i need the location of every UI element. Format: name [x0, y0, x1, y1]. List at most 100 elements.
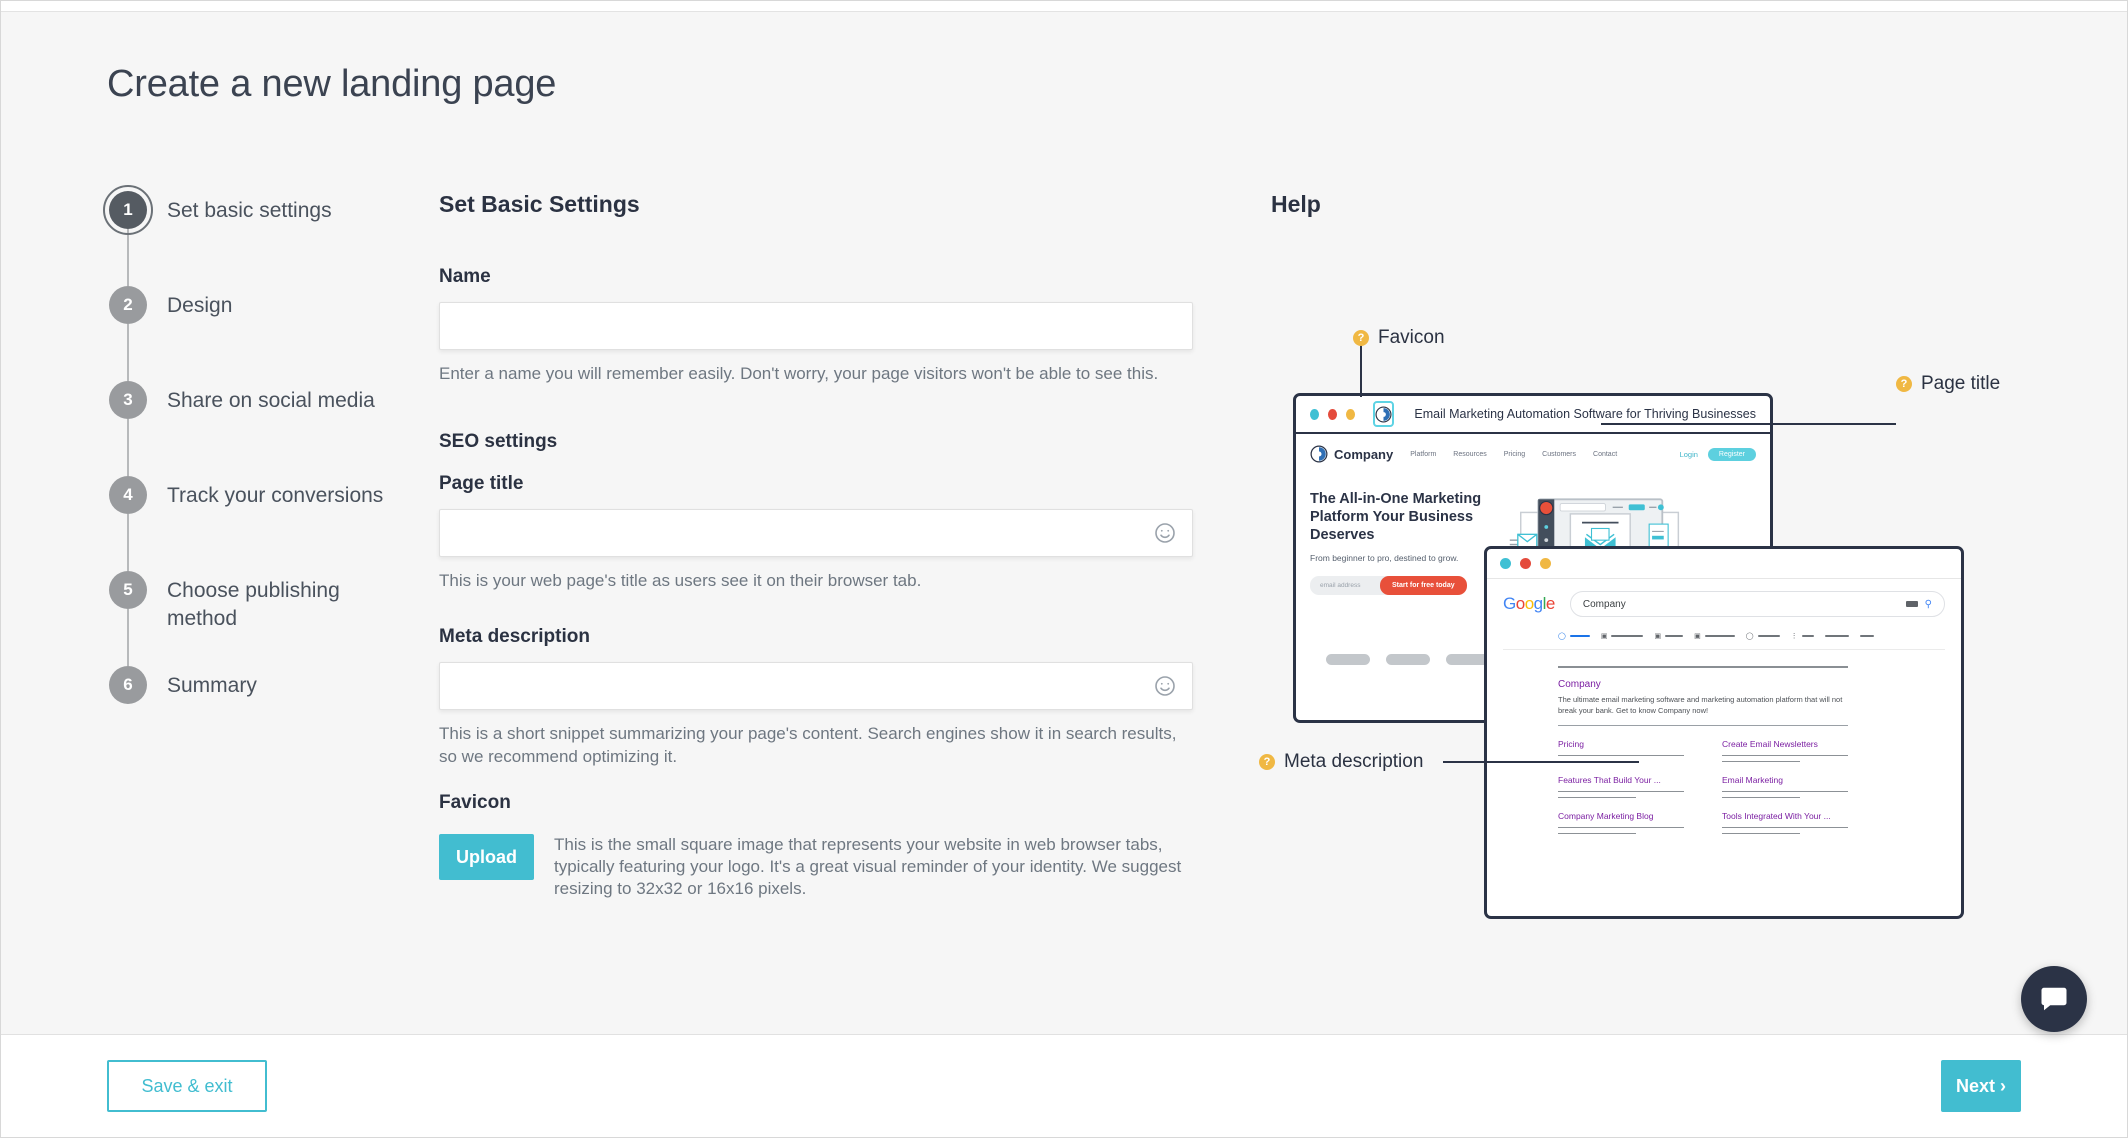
help-illustration: ? Favicon ? Page title ? Meta descriptio… — [1271, 331, 2091, 1031]
wizard-stepper: 1 Set basic settings 2 Design 3 Share on… — [109, 191, 409, 716]
hero-subhead: From beginner to pro, destined to grow. — [1310, 553, 1500, 563]
sitelink-line — [1722, 833, 1800, 834]
result-divider — [1558, 725, 1848, 726]
google-search-input[interactable]: Company ⚲ — [1570, 591, 1945, 617]
sitelink-title[interactable]: Pricing — [1558, 739, 1684, 749]
sitelink-line — [1722, 827, 1848, 828]
login-link[interactable]: Login — [1680, 450, 1698, 459]
tab-images[interactable]: ▣ — [1601, 632, 1644, 640]
landing-page-nav: Company Platform Resources Pricing Custo… — [1296, 434, 1770, 474]
page-title-input[interactable] — [439, 509, 1193, 557]
keyboard-icon[interactable] — [1906, 601, 1918, 607]
wizard-page: Create a new landing page 1 Set basic se… — [0, 0, 2128, 1138]
next-button[interactable]: Next › — [1941, 1060, 2021, 1112]
google-logo: Google — [1503, 594, 1555, 614]
google-sitelinks: Pricing Create Email Newsletters Feature… — [1558, 739, 1848, 834]
step-number-badge: 4 — [109, 476, 147, 514]
favicon-highlight — [1373, 401, 1395, 427]
annotation-label: Meta description — [1284, 751, 1423, 773]
smiley-icon[interactable] — [1153, 521, 1177, 545]
sidebar-item-design[interactable]: 2 Design — [109, 286, 409, 381]
favicon-title: Favicon — [439, 792, 1199, 814]
upload-button[interactable]: Upload — [439, 834, 534, 880]
sitelink-title[interactable]: Email Marketing — [1722, 775, 1848, 785]
tab-settings[interactable] — [1860, 635, 1874, 637]
google-window-title-bar — [1487, 549, 1961, 579]
sitelink-title[interactable]: Features That Build Your ... — [1558, 775, 1684, 785]
step-label: Set basic settings — [167, 197, 387, 225]
step-label: Share on social media — [167, 387, 387, 415]
window-dot-icon — [1500, 558, 1511, 569]
step-connector — [127, 324, 129, 381]
annotation-label: Page title — [1921, 373, 2000, 395]
tab-maps[interactable]: ◯ — [1746, 632, 1780, 640]
sidebar-item-track-your-conversions[interactable]: 4 Track your conversions — [109, 476, 409, 571]
cta-button[interactable]: Start for free today — [1380, 576, 1467, 595]
question-mark-icon: ? — [1353, 330, 1369, 346]
placeholder-pill — [1386, 654, 1430, 665]
meta-description-input[interactable] — [439, 662, 1193, 710]
section-title: Set Basic Settings — [439, 191, 1199, 218]
step-label: Summary — [167, 672, 387, 700]
sitelink-line — [1558, 797, 1636, 798]
leader-line-favicon — [1360, 345, 1362, 397]
tab-all[interactable]: ◯ — [1558, 632, 1590, 640]
sitelink: Pricing — [1558, 739, 1684, 762]
tab-news[interactable]: ▣ — [1654, 632, 1683, 640]
tab-more[interactable]: ⋮ — [1791, 632, 1814, 640]
tab-tools[interactable] — [1825, 635, 1849, 637]
google-search-header: Google Company ⚲ — [1503, 591, 1945, 617]
step-label: Design — [167, 292, 387, 320]
hero-signup-form: email address Start for free today — [1310, 576, 1500, 595]
step-label: Choose publishing method — [167, 577, 387, 633]
step-number-badge: 6 — [109, 666, 147, 704]
nav-item[interactable]: Platform — [1410, 451, 1436, 458]
nav-item[interactable]: Customers — [1542, 451, 1576, 458]
google-serp-body: Google Company ⚲ ◯ ▣ ▣ ▣ ◯ ⋮ — [1487, 579, 1961, 834]
step-number-badge: 2 — [109, 286, 147, 324]
sidebar-item-summary[interactable]: 6 Summary — [109, 666, 409, 716]
basic-settings-form: Set Basic Settings Name Enter a name you… — [439, 191, 1199, 900]
register-button[interactable]: Register — [1708, 448, 1756, 461]
search-icon[interactable]: ⚲ — [1925, 599, 1932, 610]
google-search-result: Company The ultimate email marketing sof… — [1558, 666, 1848, 834]
nav-item[interactable]: Resources — [1453, 451, 1486, 458]
sitelink: Email Marketing — [1722, 775, 1848, 798]
result-placeholder-rule — [1558, 666, 1848, 668]
name-field-label: Name — [439, 266, 1199, 288]
meta-description-help-text: This is a short snippet summarizing your… — [439, 722, 1181, 768]
nav-item[interactable]: Contact — [1593, 451, 1617, 458]
leader-line-meta-description — [1443, 761, 1639, 763]
result-description: The ultimate email marketing software an… — [1558, 694, 1848, 716]
annotation-label: Favicon — [1378, 327, 1445, 349]
name-input[interactable] — [439, 302, 1193, 350]
hero-copy: The All-in-One Marketing Platform Your B… — [1310, 490, 1500, 632]
sitelink-title[interactable]: Company Marketing Blog — [1558, 811, 1684, 821]
sitelink-line — [1558, 833, 1636, 834]
tab-videos[interactable]: ▣ — [1694, 632, 1735, 640]
result-title[interactable]: Company — [1558, 679, 1848, 690]
smiley-icon[interactable] — [1153, 674, 1177, 698]
sitelink-title[interactable]: Create Email Newsletters — [1722, 739, 1848, 749]
sitelink-line — [1722, 797, 1800, 798]
step-number-badge: 1 — [109, 191, 147, 229]
sidebar-item-set-basic-settings[interactable]: 1 Set basic settings — [109, 191, 409, 286]
sidebar-item-choose-publishing-method[interactable]: 5 Choose publishing method — [109, 571, 409, 666]
browser-tab-title: Email Marketing Automation Software for … — [1414, 407, 1756, 421]
chat-bubble-icon[interactable] — [2021, 966, 2087, 1032]
step-label: Track your conversions — [167, 482, 387, 510]
sidebar-item-share-on-social-media[interactable]: 3 Share on social media — [109, 381, 409, 476]
sitelink: Create Email Newsletters — [1722, 739, 1848, 762]
page-title-field-label: Page title — [439, 473, 1199, 495]
step-connector — [127, 609, 129, 666]
page-title-input-wrap — [439, 509, 1193, 557]
window-dot-icon — [1310, 409, 1319, 420]
sitelink-line — [1722, 761, 1800, 762]
sitelink-title[interactable]: Tools Integrated With Your ... — [1722, 811, 1848, 821]
help-title: Help — [1271, 191, 2071, 218]
step-connector — [127, 419, 129, 476]
leader-line-page-title — [1601, 423, 1896, 425]
google-search-tabs: ◯ ▣ ▣ ▣ ◯ ⋮ — [1558, 629, 1945, 643]
save-and-exit-button[interactable]: Save & exit — [107, 1060, 267, 1112]
nav-item[interactable]: Pricing — [1504, 451, 1525, 458]
